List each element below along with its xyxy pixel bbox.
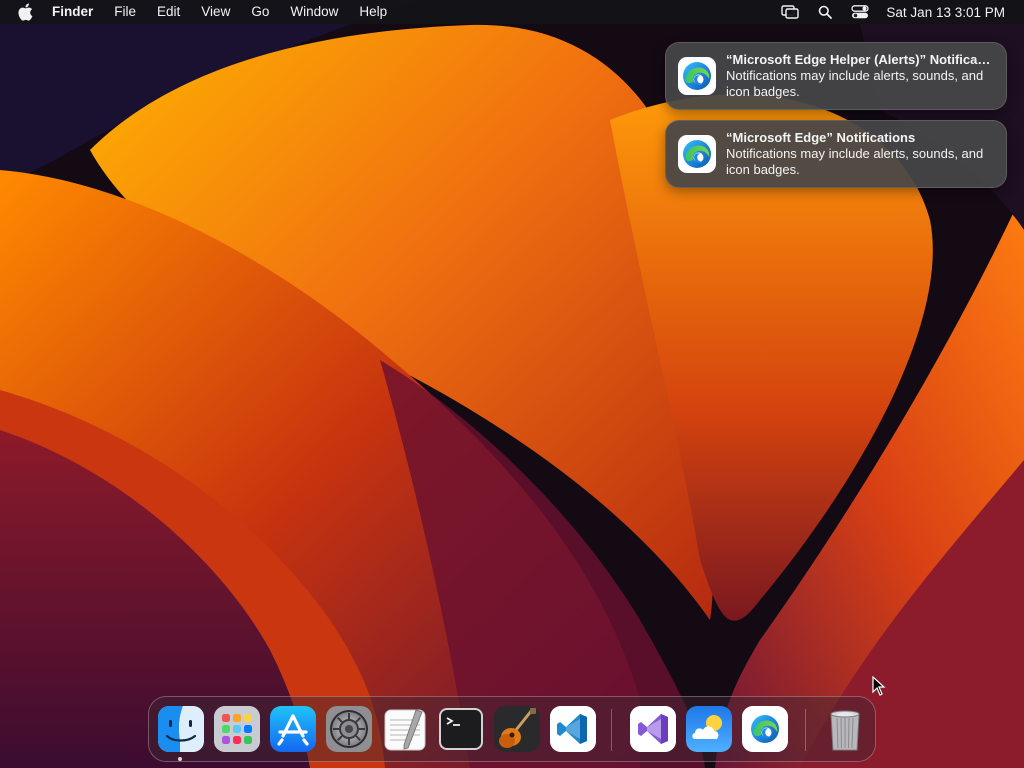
dock-visual-studio[interactable] [630,706,676,752]
control-center-icon[interactable] [851,4,870,20]
mouse-cursor-icon [872,676,886,696]
screen-mirroring-icon[interactable] [781,4,800,20]
dock [148,696,876,762]
running-indicator-dot [178,757,182,761]
dock-trash[interactable] [822,706,868,752]
menu-app-name[interactable]: Finder [52,0,93,24]
launchpad-icon [214,706,260,752]
vscode-icon [550,706,596,752]
dock-weather[interactable] [686,706,732,752]
microsoft-edge-icon [678,135,716,173]
dock-divider [805,709,806,751]
notification-edge[interactable]: “Microsoft Edge” Notifications Notificat… [665,120,1007,188]
terminal-icon [439,708,483,750]
menu-view[interactable]: View [201,0,230,24]
app-store-icon [270,706,316,752]
menu-edit[interactable]: Edit [157,0,180,24]
dock-finder[interactable] [158,706,204,752]
dock-app-store[interactable] [270,706,316,752]
dock-launchpad[interactable] [214,706,260,752]
dock-textedit[interactable] [382,706,428,752]
notification-body: Notifications may include alerts, sounds… [726,146,984,177]
finder-icon [158,706,204,752]
weather-icon [686,706,732,752]
search-icon[interactable] [816,4,834,20]
menubar-clock[interactable]: Sat Jan 13 3:01 PM [886,5,1005,20]
guitar-icon [494,706,540,752]
notification-title: “Microsoft Edge Helper (Alerts)” Notific… [726,52,994,67]
trash-icon [830,710,860,751]
wallpaper-art [0,0,1024,768]
menu-file[interactable]: File [114,0,136,24]
microsoft-edge-icon [742,706,788,752]
dock-system-settings[interactable] [326,706,372,752]
menubar-status-area: Sat Jan 13 3:01 PM [781,0,1024,24]
dock-terminal[interactable] [438,706,484,752]
menu-window[interactable]: Window [290,0,338,24]
microsoft-edge-icon [678,57,716,95]
menu-help[interactable]: Help [359,0,387,24]
dock-visual-studio-code[interactable] [550,706,596,752]
desktop-wallpaper [0,0,1024,768]
notification-edge-helper-alerts[interactable]: “Microsoft Edge Helper (Alerts)” Notific… [665,42,1007,110]
visual-studio-icon [630,706,676,752]
textedit-icon [384,709,426,751]
gear-icon [326,706,372,752]
notification-body: Notifications may include alerts, sounds… [726,68,984,99]
menu-go[interactable]: Go [251,0,269,24]
notification-title: “Microsoft Edge” Notifications [726,130,916,145]
dock-divider [611,709,612,751]
menu-bar: Finder File Edit View Go Window Help Sat… [0,0,1024,24]
dock-garageband[interactable] [494,706,540,752]
dock-microsoft-edge[interactable] [742,706,788,752]
apple-logo-icon[interactable] [17,3,35,21]
